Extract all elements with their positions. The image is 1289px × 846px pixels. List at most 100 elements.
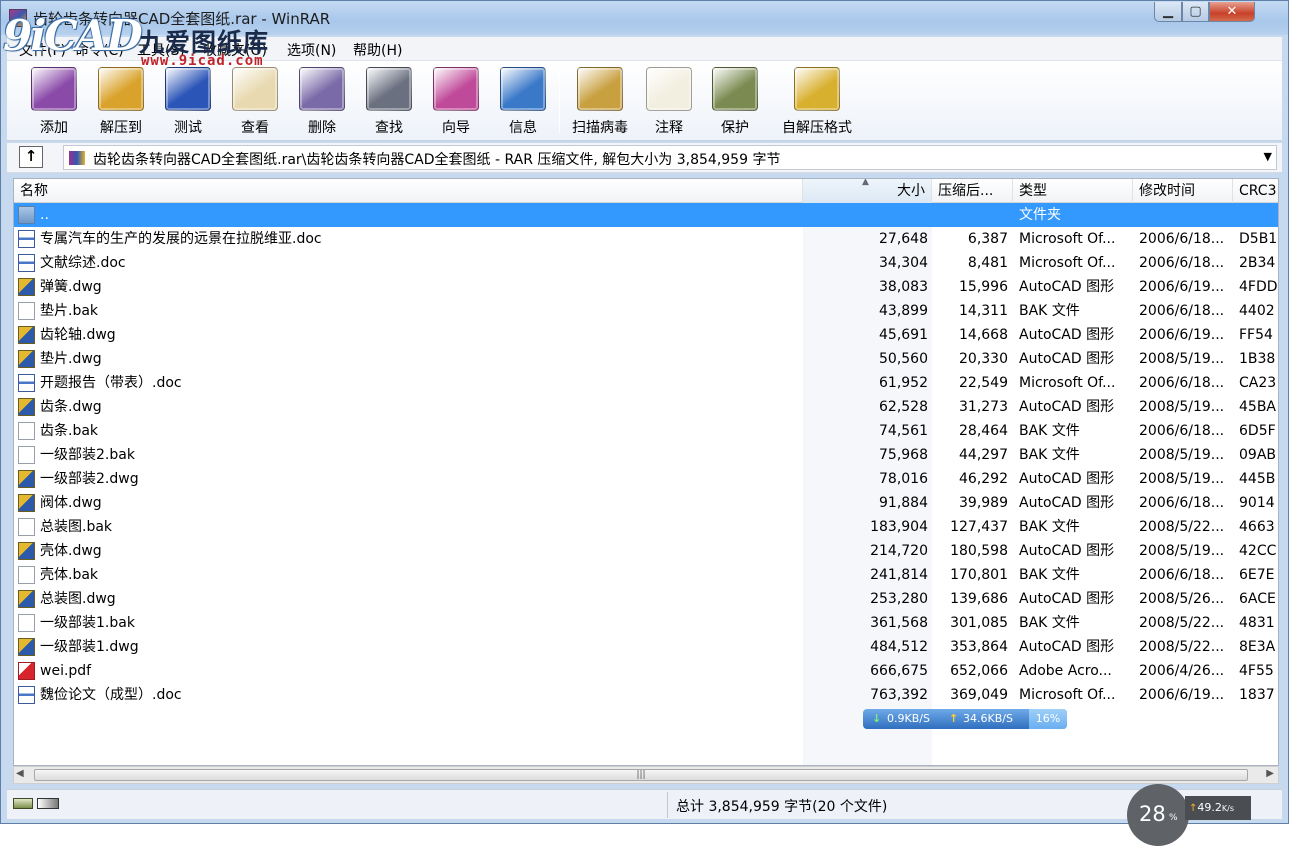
download-arrow-icon: ↓ <box>872 712 882 725</box>
table-row[interactable]: 阀体.dwg 91,884 39,989 AutoCAD 图形 2006/6/18...… <box>14 491 1278 515</box>
doc-file-icon <box>18 374 35 392</box>
table-row[interactable]: 齿条.dwg 62,528 31,273 AutoCAD 图形 2008/5/19...… <box>14 395 1278 419</box>
delete-button[interactable]: 删除 <box>289 65 355 137</box>
maximize-button[interactable]: ▢ <box>1182 2 1209 22</box>
column-header-type[interactable]: 类型 <box>1013 179 1133 203</box>
file-name: 壳体.dwg <box>40 543 102 559</box>
file-size: 214,720 <box>870 543 928 559</box>
menu-tools[interactable]: 工具(S) <box>137 40 185 60</box>
key-icon[interactable] <box>37 798 59 809</box>
table-row[interactable]: 齿轮轴.dwg 45,691 14,668 AutoCAD 图形 2006/6/19..… <box>14 323 1278 347</box>
column-header-name[interactable]: 名称 <box>14 179 803 203</box>
file-type: AutoCAD 图形 <box>1019 591 1115 607</box>
file-modified: 2006/6/18... <box>1139 423 1225 439</box>
file-crc: 1B38 <box>1239 351 1276 367</box>
file-name: 一级部装1.bak <box>40 615 135 631</box>
file-modified: 2008/5/19... <box>1139 399 1225 415</box>
menu-favorites[interactable]: 收藏夹(O) <box>203 40 267 60</box>
up-folder-button[interactable]: ↑ <box>19 146 43 168</box>
add-button[interactable]: 添加 <box>21 65 87 137</box>
find-button[interactable]: 查找 <box>356 65 422 137</box>
scrollbar-thumb[interactable]: ||| <box>34 769 1248 781</box>
file-type: Adobe Acro... <box>1019 663 1112 679</box>
table-row[interactable]: wei.pdf 666,675 652,066 Adobe Acro... 2006/4… <box>14 659 1278 683</box>
table-row[interactable]: 开题报告（带表）.doc 61,952 22,549 Microsoft Of... 2… <box>14 371 1278 395</box>
file-size: 50,560 <box>879 351 928 367</box>
drive-icon[interactable] <box>13 798 33 809</box>
table-row[interactable]: 垫片.dwg 50,560 20,330 AutoCAD 图形 2008/5/19...… <box>14 347 1278 371</box>
winrar-window: 齿轮齿条转向器CAD全套图纸.rar - WinRAR ▁ ▢ ✕ 文件(F) … <box>0 0 1289 824</box>
delete-icon <box>299 67 345 111</box>
table-row[interactable]: 齿条.bak 74,561 28,464 BAK 文件 2006/6/18... 6D5F <box>14 419 1278 443</box>
upload-arrow-icon: ↑ <box>949 712 959 725</box>
file-packed-size: 31,273 <box>959 399 1008 415</box>
table-row[interactable]: 垫片.bak 43,899 14,311 BAK 文件 2006/6/18... 4402 <box>14 299 1278 323</box>
extract-to-button[interactable]: 解压到 <box>88 65 154 137</box>
minimize-button[interactable]: ▁ <box>1154 2 1182 22</box>
file-size: 241,814 <box>870 567 928 583</box>
table-row[interactable]: 专属汽车的生产的发展的远景在拉脱维亚.doc 27,648 6,387 Microso… <box>14 227 1278 251</box>
dwg-file-icon <box>18 278 35 296</box>
menu-commands[interactable]: 命令(C) <box>75 40 124 60</box>
file-name: 一级部装2.dwg <box>40 471 139 487</box>
scroll-right-icon[interactable]: ▶ <box>1266 768 1274 779</box>
upload-speed: 34.6KB/S <box>963 712 1013 725</box>
column-header-packed[interactable]: 压缩后... <box>932 179 1013 203</box>
file-modified: 2008/5/19... <box>1139 447 1225 463</box>
view-button[interactable]: 查看 <box>222 65 288 137</box>
table-row[interactable]: 一级部装2.bak 75,968 44,297 BAK 文件 2008/5/19... 0… <box>14 443 1278 467</box>
table-row-parent[interactable]: .. 文件夹 <box>14 203 1278 227</box>
file-size: 253,280 <box>870 591 928 607</box>
scroll-left-icon[interactable]: ◀ <box>16 768 24 779</box>
file-list[interactable]: 名称 大小 压缩后... 类型 修改时间 CRC3 ▲ .. 文件夹 专属汽车的生产… <box>13 178 1279 766</box>
table-row[interactable]: 弹簧.dwg 38,083 15,996 AutoCAD 图形 2006/6/19...… <box>14 275 1278 299</box>
table-row[interactable]: 一级部装2.dwg 78,016 46,292 AutoCAD 图形 2008/5/19… <box>14 467 1278 491</box>
table-row[interactable]: 壳体.bak 241,814 170,801 BAK 文件 2006/6/18... 6E… <box>14 563 1278 587</box>
horizontal-scrollbar[interactable]: ◀ ||| ▶ <box>13 766 1279 784</box>
file-modified: 2008/5/22... <box>1139 615 1225 631</box>
table-row[interactable]: 魏俭论文（成型）.doc 763,392 369,049 Microsoft Of..… <box>14 683 1278 707</box>
info-button[interactable]: 信息 <box>490 65 556 137</box>
doc-file-icon <box>18 254 35 272</box>
table-row[interactable]: 总装图.dwg 253,280 139,686 AutoCAD 图形 2008/5/26… <box>14 587 1278 611</box>
table-row[interactable]: 一级部装1.bak 361,568 301,085 BAK 文件 2008/5/22..… <box>14 611 1278 635</box>
file-packed-size: 14,311 <box>959 303 1008 319</box>
table-row[interactable]: 总装图.bak 183,904 127,437 BAK 文件 2008/5/22... 4… <box>14 515 1278 539</box>
file-modified: 2006/6/18... <box>1139 375 1225 391</box>
file-size: 78,016 <box>879 471 928 487</box>
file-name: 垫片.bak <box>40 303 99 319</box>
virus-scan-icon <box>577 67 623 111</box>
network-usage-value: 28 <box>1139 802 1166 826</box>
folder-icon <box>18 206 35 224</box>
file-modified: 2006/6/19... <box>1139 279 1225 295</box>
table-row[interactable]: 一级部装1.dwg 484,512 353,864 AutoCAD 图形 2008/5/… <box>14 635 1278 659</box>
toolbar-separator <box>559 69 560 133</box>
file-name: 总装图.bak <box>40 519 113 535</box>
network-speed-badge: ↓ 0.9KB/S ↑ 34.6KB/S 16% <box>863 709 1067 729</box>
protect-button[interactable]: 保护 <box>702 65 768 137</box>
file-size: 27,648 <box>879 231 928 247</box>
file-modified: 2008/5/22... <box>1139 519 1225 535</box>
comment-button[interactable]: 注释 <box>636 65 702 137</box>
column-header-modified[interactable]: 修改时间 <box>1133 179 1233 203</box>
wizard-button[interactable]: 向导 <box>423 65 489 137</box>
column-header-crc[interactable]: CRC3 <box>1233 179 1278 203</box>
network-monitor-widget[interactable]: 28 % <box>1127 784 1189 846</box>
network-rate: 49.2 <box>1197 801 1222 814</box>
table-row[interactable]: 壳体.dwg 214,720 180,598 AutoCAD 图形 2008/5/19.… <box>14 539 1278 563</box>
file-crc: 42CC <box>1239 543 1277 559</box>
chevron-down-icon[interactable]: ▼ <box>1264 150 1272 163</box>
test-button[interactable]: 测试 <box>155 65 221 137</box>
table-row[interactable]: 文献综述.doc 34,304 8,481 Microsoft Of... 2006/6… <box>14 251 1278 275</box>
close-button[interactable]: ✕ <box>1209 2 1255 22</box>
menu-file[interactable]: 文件(F) <box>19 40 66 60</box>
menu-help[interactable]: 帮助(H) <box>353 40 402 60</box>
sfx-button[interactable]: 自解压格式 <box>779 65 855 137</box>
file-type: BAK 文件 <box>1019 423 1080 439</box>
virus-scan-button[interactable]: 扫描病毒 <box>567 65 633 137</box>
file-name: 专属汽车的生产的发展的远景在拉脱维亚.doc <box>40 231 322 247</box>
menu-options[interactable]: 选项(N) <box>287 40 336 60</box>
title-bar[interactable]: 齿轮齿条转向器CAD全套图纸.rar - WinRAR ▁ ▢ ✕ <box>1 1 1288 35</box>
address-field[interactable]: 齿轮齿条转向器CAD全套图纸.rar\齿轮齿条转向器CAD全套图纸 - RAR … <box>63 145 1277 170</box>
file-type: 文件夹 <box>1019 207 1061 223</box>
